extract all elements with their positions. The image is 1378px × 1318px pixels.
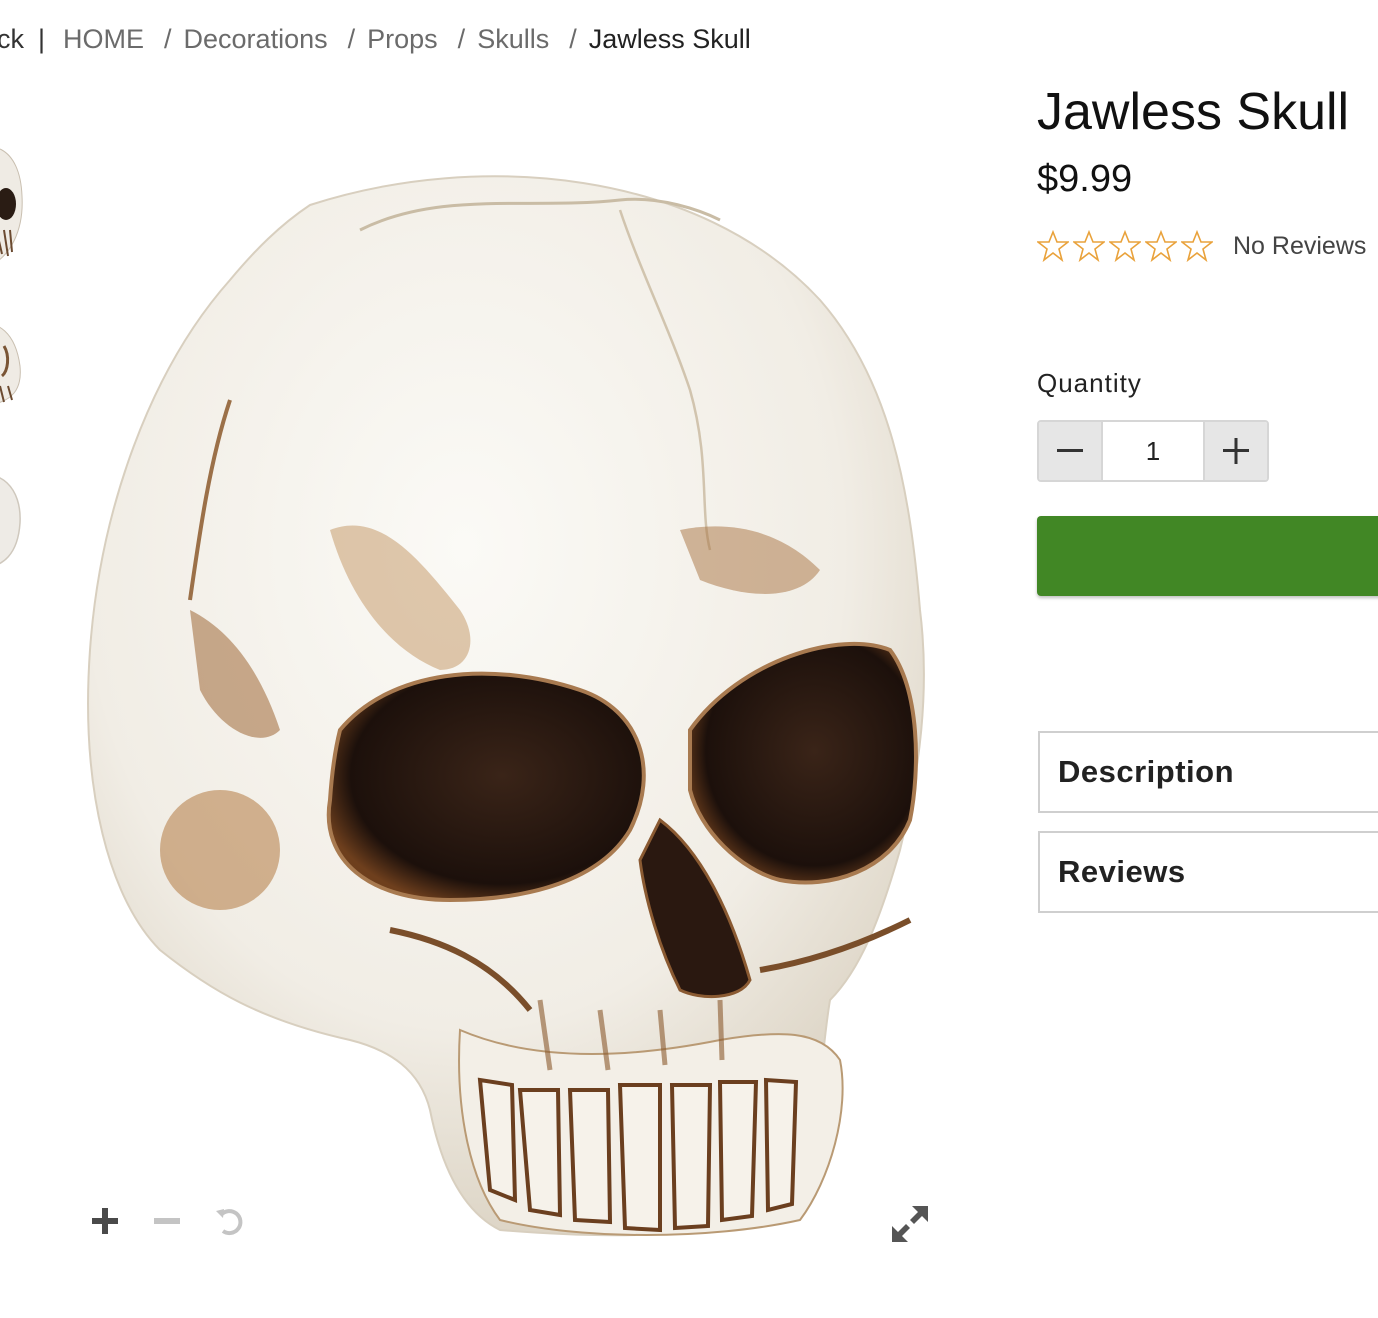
thumbnail-3[interactable] bbox=[0, 468, 24, 578]
minus-icon bbox=[154, 1218, 180, 1224]
quantity-input[interactable] bbox=[1103, 422, 1203, 480]
reset-zoom-button[interactable] bbox=[212, 1204, 246, 1238]
minus-icon bbox=[1057, 449, 1083, 452]
star-empty-icon bbox=[1145, 230, 1177, 262]
star-empty-icon bbox=[1073, 230, 1105, 262]
star-rating bbox=[1037, 230, 1213, 262]
reviews-accordion-label: Reviews bbox=[1058, 854, 1186, 889]
quantity-decrease-button[interactable] bbox=[1039, 422, 1103, 480]
plus-icon bbox=[92, 1208, 118, 1234]
product-title: Jawless Skull bbox=[1037, 83, 1350, 141]
expand-icon bbox=[892, 1206, 928, 1242]
reviews-accordion[interactable]: Reviews bbox=[1038, 831, 1378, 913]
product-info: Jawless Skull $9.99 No Reviews bbox=[1037, 82, 1378, 264]
breadcrumb-skulls[interactable]: Skulls bbox=[477, 24, 549, 55]
star-empty-icon bbox=[1181, 230, 1213, 262]
breadcrumb-separator: / bbox=[347, 23, 356, 54]
skull-illustration bbox=[87, 175, 925, 1237]
star-empty-icon bbox=[1109, 230, 1141, 262]
quantity-label: Quantity bbox=[1037, 368, 1142, 398]
product-main-image[interactable] bbox=[60, 130, 960, 1270]
product-price: $9.99 bbox=[1037, 158, 1133, 200]
reviews-count[interactable]: No Reviews bbox=[1233, 232, 1366, 261]
breadcrumb-separator: / bbox=[569, 23, 577, 54]
thumbnail-1[interactable] bbox=[0, 136, 24, 276]
add-to-cart-button[interactable] bbox=[1037, 516, 1378, 596]
plus-icon bbox=[1223, 438, 1249, 464]
zoom-out-button[interactable] bbox=[150, 1204, 184, 1238]
zoom-in-button[interactable] bbox=[88, 1204, 122, 1238]
breadcrumb-current: Jawless Skull bbox=[588, 23, 751, 54]
zoom-controls bbox=[88, 1204, 246, 1238]
fullscreen-button[interactable] bbox=[888, 1202, 932, 1246]
description-accordion-label: Description bbox=[1058, 754, 1235, 789]
rating-row[interactable]: No Reviews bbox=[1037, 228, 1378, 264]
breadcrumb-home[interactable]: HOME bbox=[63, 24, 144, 55]
breadcrumb: ck | HOME / Decorations / Props / Skulls… bbox=[0, 22, 751, 56]
breadcrumb-props[interactable]: Props bbox=[367, 24, 438, 55]
breadcrumb-separator: / bbox=[457, 23, 466, 54]
breadcrumb-decorations[interactable]: Decorations bbox=[184, 24, 328, 55]
quantity-increase-button[interactable] bbox=[1203, 422, 1267, 480]
back-link[interactable]: ck bbox=[0, 24, 24, 55]
description-accordion[interactable]: Description bbox=[1038, 731, 1378, 813]
breadcrumb-separator: / bbox=[164, 23, 172, 54]
star-empty-icon bbox=[1037, 230, 1069, 262]
rotate-reset-icon bbox=[216, 1209, 243, 1236]
breadcrumb-divider: | bbox=[38, 23, 46, 54]
quantity-stepper bbox=[1037, 420, 1269, 482]
thumbnail-2[interactable] bbox=[0, 316, 24, 416]
